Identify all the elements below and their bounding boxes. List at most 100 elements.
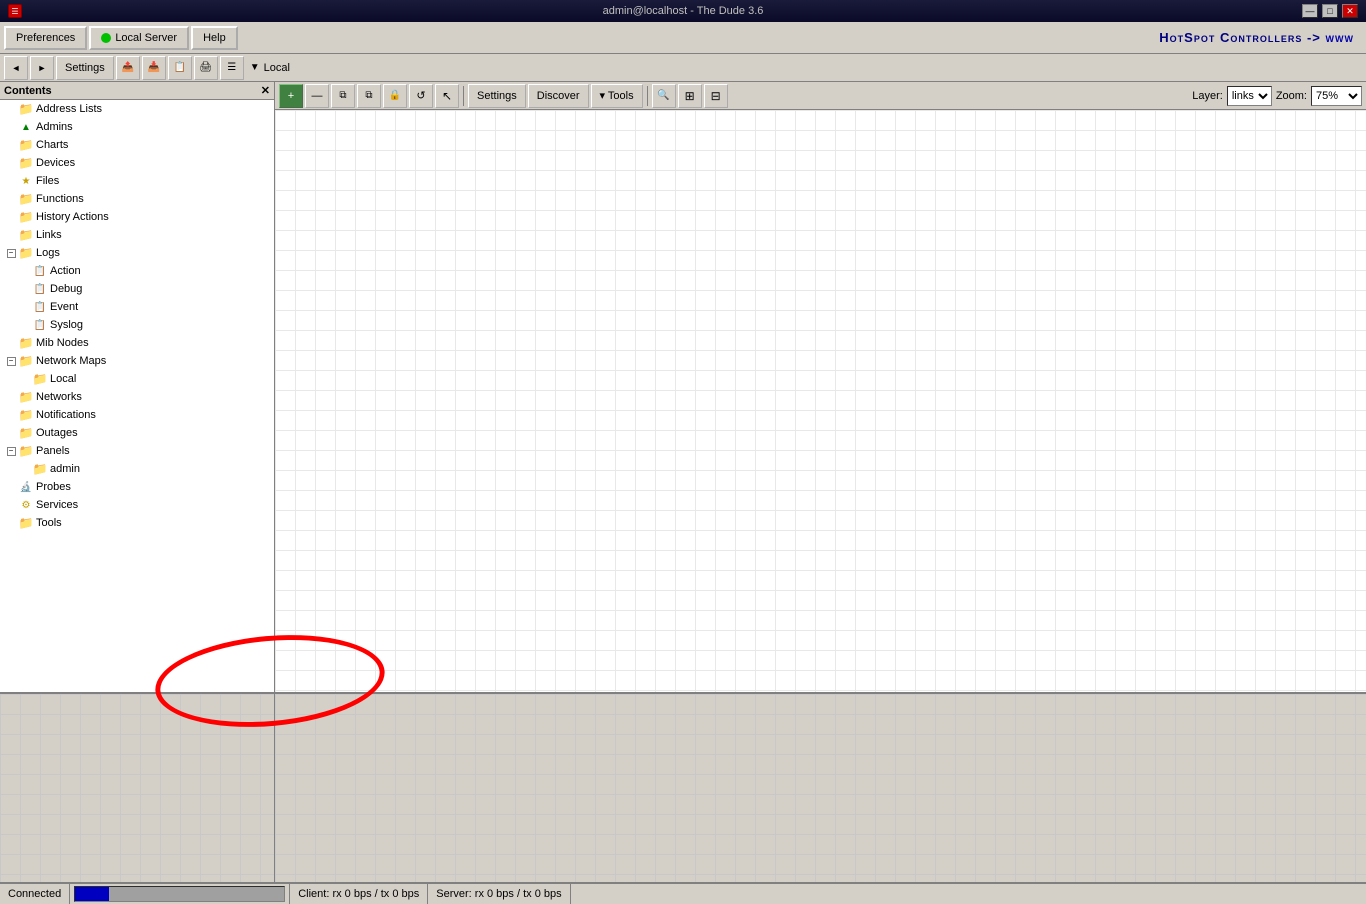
bottom-left-panel — [0, 694, 275, 882]
zoom-label: Zoom: — [1276, 90, 1307, 102]
status-bar: Connected scanning 10.5.50.125 (16%) Cli… — [0, 882, 1366, 904]
probes-icon: 🔬 — [18, 480, 34, 494]
tree-item-address-lists[interactable]: 📁 Address Lists — [0, 100, 274, 118]
zoom-select[interactable]: 75% 50% 100% — [1311, 86, 1362, 106]
folder-icon: 📁 — [18, 138, 34, 152]
discover-button[interactable]: Discover — [528, 84, 589, 108]
maximize-button[interactable]: □ — [1322, 4, 1338, 18]
map-toolbar: + — ⧉ ⧉ 🔒 ↺ ↖ Settings Discover ▾ Tools … — [275, 82, 1366, 110]
view-button[interactable]: ☰ — [220, 56, 244, 80]
log-icon: 📋 — [32, 318, 48, 332]
bottom-right-panel — [275, 694, 1366, 882]
folder-icon: 📁 — [18, 336, 34, 350]
toolbar-separator — [463, 86, 464, 106]
tree-item-history-actions[interactable]: 📁 History Actions — [0, 208, 274, 226]
collapse-icon[interactable]: − — [4, 249, 18, 258]
lock-button[interactable]: 🔒 — [383, 84, 407, 108]
tree-item-event[interactable]: 📋 Event — [0, 298, 274, 316]
collapse-icon[interactable]: − — [4, 447, 18, 456]
tree-item-probes[interactable]: 🔬 Probes — [0, 478, 274, 496]
tree-item-functions[interactable]: 📁 Functions — [0, 190, 274, 208]
folder-icon: 📁 — [18, 408, 34, 422]
tree-item-devices[interactable]: 📁 Devices — [0, 154, 274, 172]
tree-item-admins[interactable]: ▲ Admins — [0, 118, 274, 136]
tree-item-local[interactable]: 📁 Local — [0, 370, 274, 388]
folder-icon: 📁 — [32, 372, 48, 386]
remove-button[interactable]: — — [305, 84, 329, 108]
layer-zoom-controls: Layer: links Zoom: 75% 50% 100% — [1192, 86, 1362, 106]
folder-icon: 📁 — [18, 426, 34, 440]
minimize-button[interactable]: — — [1302, 4, 1318, 18]
select-tool-button[interactable]: ↖ — [435, 84, 459, 108]
tree-item-outages[interactable]: 📁 Outages — [0, 424, 274, 442]
map-area: + — ⧉ ⧉ 🔒 ↺ ↖ Settings Discover ▾ Tools … — [275, 82, 1366, 692]
collapse-icon[interactable]: − — [4, 357, 18, 366]
tree-item-charts[interactable]: 📁 Charts — [0, 136, 274, 154]
folder-icon: 📁 — [18, 228, 34, 242]
toolbar-separator — [647, 86, 648, 106]
tools-button[interactable]: ▾ Tools — [591, 84, 643, 108]
progress-container: scanning 10.5.50.125 (16%) — [70, 884, 290, 904]
settings-map-button[interactable]: Settings — [468, 84, 526, 108]
tree-item-tools[interactable]: 📁 Tools — [0, 514, 274, 532]
layer-select[interactable]: links — [1227, 86, 1272, 106]
address-button[interactable]: 📋 — [168, 56, 192, 80]
folder-icon: 📁 — [18, 444, 34, 458]
paste-button[interactable]: ⧉ — [357, 84, 381, 108]
zoom-select-button[interactable]: ⊟ — [704, 84, 728, 108]
tree-item-debug[interactable]: 📋 Debug — [0, 280, 274, 298]
folder-icon: 📁 — [18, 192, 34, 206]
contents-close-icon[interactable]: ✕ — [261, 84, 270, 97]
tree-item-network-maps[interactable]: − 📁 Network Maps — [0, 352, 274, 370]
import-button[interactable]: 📥 — [142, 56, 166, 80]
local-server-menu[interactable]: Local Server — [89, 26, 189, 50]
bottom-area — [0, 692, 1366, 882]
tree-item-services[interactable]: ⚙ Services — [0, 496, 274, 514]
menu-bar: Preferences Local Server Help HotSpot Co… — [0, 22, 1366, 54]
nav-toolbar: ◄ ► Settings 📤 📥 📋 🖨 ☰ ▼ Local — [0, 54, 1366, 82]
location-bar: ▼ Local — [250, 62, 290, 74]
folder-icon: 📁 — [18, 390, 34, 404]
print-button[interactable]: 🖨 — [194, 56, 218, 80]
client-label: Client: rx 0 bps / tx 0 bps — [298, 888, 419, 900]
server-label: Server: rx 0 bps / tx 0 bps — [436, 888, 561, 900]
tree-item-files[interactable]: ★ Files — [0, 172, 274, 190]
window-title: admin@localhost - The Dude 3.6 — [603, 5, 764, 17]
progress-fill — [75, 887, 108, 901]
main-content: Contents ✕ 📁 Address Lists ▲ Admins 📁 Ch… — [0, 82, 1366, 692]
tree-item-notifications[interactable]: 📁 Notifications — [0, 406, 274, 424]
preferences-menu[interactable]: Preferences — [4, 26, 87, 50]
binoculars-button[interactable]: 🔍 — [652, 84, 676, 108]
help-menu[interactable]: Help — [191, 26, 238, 50]
close-button[interactable]: ✕ — [1342, 4, 1358, 18]
tree-item-networks[interactable]: 📁 Networks — [0, 388, 274, 406]
tree-item-action[interactable]: 📋 Action — [0, 262, 274, 280]
log-icon: 📋 — [32, 282, 48, 296]
contents-title: Contents — [4, 85, 52, 97]
add-button[interactable]: + — [279, 84, 303, 108]
connection-status: Connected — [0, 884, 70, 904]
tree-item-syslog[interactable]: 📋 Syslog — [0, 316, 274, 334]
files-icon: ★ — [18, 174, 34, 188]
tree-area: 📁 Address Lists ▲ Admins 📁 Charts 📁 Devi… — [0, 100, 274, 692]
folder-icon: 📁 — [18, 156, 34, 170]
tree-item-logs[interactable]: − 📁 Logs — [0, 244, 274, 262]
refresh-button[interactable]: ↺ — [409, 84, 433, 108]
export-button[interactable]: 📤 — [116, 56, 140, 80]
forward-button[interactable]: ► — [30, 56, 54, 80]
contents-header: Contents ✕ — [0, 82, 274, 100]
back-button[interactable]: ◄ — [4, 56, 28, 80]
tree-item-panels[interactable]: − 📁 Panels — [0, 442, 274, 460]
zoom-fit-button[interactable]: ⊞ — [678, 84, 702, 108]
hotspot-label: HotSpot Controllers -> www — [1159, 30, 1362, 45]
tree-item-mib-nodes[interactable]: 📁 Mib Nodes — [0, 334, 274, 352]
tree-item-admin-panel[interactable]: 📁 admin — [0, 460, 274, 478]
map-canvas[interactable] — [275, 110, 1366, 692]
copy-button[interactable]: ⧉ — [331, 84, 355, 108]
admins-icon: ▲ — [18, 120, 34, 134]
settings-nav-button[interactable]: Settings — [56, 56, 114, 80]
folder-icon: 📁 — [18, 354, 34, 368]
connected-label: Connected — [8, 888, 61, 900]
tree-item-links[interactable]: 📁 Links — [0, 226, 274, 244]
server-status: Server: rx 0 bps / tx 0 bps — [428, 884, 570, 904]
